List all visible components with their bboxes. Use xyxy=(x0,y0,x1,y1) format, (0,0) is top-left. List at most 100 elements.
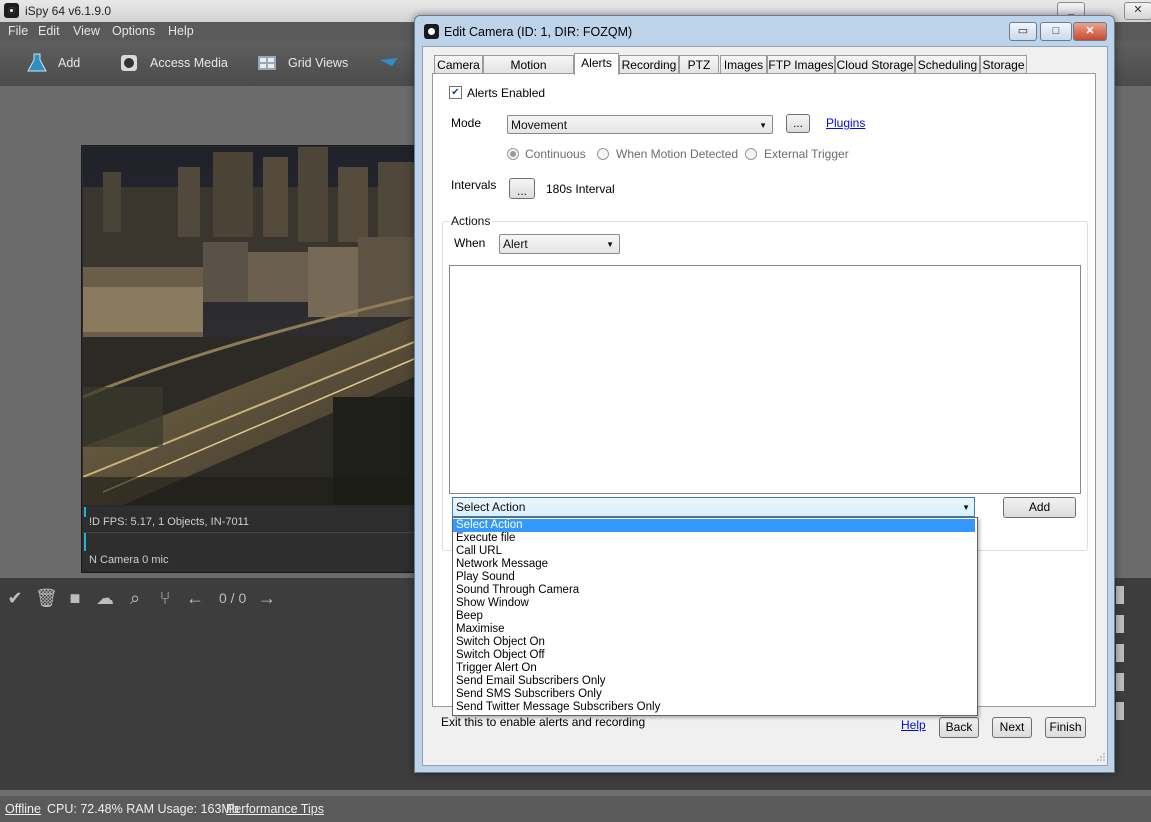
menu-help[interactable]: Help xyxy=(168,24,194,38)
tab-cloud-storage[interactable]: Cloud Storage xyxy=(835,55,915,74)
action-option[interactable]: Switch Object Off xyxy=(453,649,975,662)
mode-options-button[interactable]: ... xyxy=(786,114,810,133)
chevron-down-icon: ▼ xyxy=(962,503,970,512)
finish-button[interactable]: Finish xyxy=(1045,717,1086,738)
alerts-enabled-label: Alerts Enabled xyxy=(467,86,546,100)
add-action-button[interactable]: Add xyxy=(1003,497,1076,518)
action-option[interactable]: Send SMS Subscribers Only xyxy=(453,688,975,701)
select-action-dropdown[interactable]: Select Action ▼ xyxy=(452,497,975,517)
cloud-upload-icon[interactable]: ☁ xyxy=(95,588,115,608)
camera-info-bar: !D FPS: 5.17, 1 Objects, IN-7011 xyxy=(83,507,414,531)
grid-views-icon xyxy=(258,56,276,70)
tab-recording[interactable]: Recording xyxy=(619,55,679,74)
actions-legend: Actions xyxy=(449,214,493,228)
performance-tips-link[interactable]: Performance Tips xyxy=(226,802,324,816)
more-toolbar-button[interactable] xyxy=(378,50,400,76)
radio-continuous[interactable] xyxy=(507,148,519,160)
check-icon[interactable]: ✔ xyxy=(5,588,25,608)
trash-icon[interactable]: 🗑 xyxy=(35,588,58,608)
help-link[interactable]: Help xyxy=(901,718,926,732)
dialog-title: Edit Camera (ID: 1, DIR: FOZQM) xyxy=(444,25,633,39)
chevron-down-icon: ▼ xyxy=(759,121,767,130)
add-label: Add xyxy=(58,56,81,70)
action-option[interactable]: Network Message xyxy=(453,558,975,571)
access-media-button[interactable]: Access Media xyxy=(118,50,228,76)
arrow-right-icon[interactable]: → xyxy=(257,588,277,608)
tab-ptz[interactable]: PTZ xyxy=(679,55,719,74)
cpu-ram-status: CPU: 72.48% RAM Usage: 163Mb xyxy=(47,802,239,816)
grid-views-button[interactable]: Grid Views xyxy=(256,50,348,76)
share-icon[interactable]: ⑂ xyxy=(155,588,175,608)
access-media-label: Access Media xyxy=(150,56,228,70)
plugins-link[interactable]: Plugins xyxy=(826,116,865,130)
menu-view[interactable]: View xyxy=(73,24,100,38)
bookmark-icon[interactable]: ■ xyxy=(65,588,85,608)
chevron-down-icon: ▼ xyxy=(606,240,614,249)
night-city-image xyxy=(83,147,414,505)
side-scroll-marker xyxy=(1116,644,1124,662)
tab-camera[interactable]: Camera xyxy=(434,55,483,74)
back-button[interactable]: Back xyxy=(939,717,979,738)
action-option[interactable]: Show Window xyxy=(453,597,975,610)
dialog-eye-icon xyxy=(424,24,439,39)
select-action-value: Select Action xyxy=(456,500,526,514)
radio-motion-detected-label: When Motion Detected xyxy=(616,147,739,161)
offline-link[interactable]: Offline xyxy=(5,802,41,816)
tab-scheduling[interactable]: Scheduling xyxy=(915,55,980,74)
dialog-close-button[interactable]: ✕ xyxy=(1073,22,1107,41)
mic-info-bar: N Camera 0 mic xyxy=(83,532,414,571)
action-option[interactable]: Call URL xyxy=(453,545,975,558)
action-option[interactable]: Beep xyxy=(453,610,975,623)
resize-grip-icon[interactable] xyxy=(1097,753,1105,761)
mode-dropdown[interactable]: Movement ▼ xyxy=(507,115,773,134)
search-icon[interactable]: ⌕ xyxy=(125,588,145,608)
action-dropdown-list[interactable]: Select Action Execute file Call URL Netw… xyxy=(452,517,978,716)
app-title: iSpy 64 v6.1.9.0 xyxy=(25,4,112,18)
action-option[interactable]: Send Twitter Message Subscribers Only xyxy=(453,701,975,714)
action-option[interactable]: Execute file xyxy=(453,532,975,545)
add-button[interactable]: Add xyxy=(26,50,80,76)
webcam-icon xyxy=(380,58,398,66)
dialog-maximize-button[interactable]: □ xyxy=(1040,22,1072,41)
tab-storage[interactable]: Storage xyxy=(980,55,1027,74)
interval-value: 180s Interval xyxy=(546,182,615,196)
menu-edit[interactable]: Edit xyxy=(38,24,60,38)
tab-alerts[interactable]: Alerts xyxy=(574,53,619,75)
menu-options[interactable]: Options xyxy=(112,24,155,38)
media-icon xyxy=(121,55,137,71)
tab-ftp-images[interactable]: FTP Images xyxy=(767,55,835,74)
when-value: Alert xyxy=(503,237,528,251)
when-label: When xyxy=(454,236,486,250)
mic-level-bar xyxy=(84,533,86,551)
camera-level-bar xyxy=(84,507,86,517)
radio-external-trigger[interactable] xyxy=(745,148,757,160)
radio-motion-detected[interactable] xyxy=(597,148,609,160)
action-option[interactable]: Play Sound xyxy=(453,571,975,584)
dialog-minimize-button[interactable]: ▭ xyxy=(1009,22,1037,41)
mode-label: Mode xyxy=(451,116,482,130)
arrow-left-icon[interactable]: ← xyxy=(185,588,205,608)
action-option[interactable]: Maximise xyxy=(453,623,975,636)
side-scroll-marker xyxy=(1116,615,1124,633)
actions-list[interactable] xyxy=(449,265,1081,494)
action-option[interactable]: Send Email Subscribers Only xyxy=(453,675,975,688)
radio-external-trigger-label: External Trigger xyxy=(764,147,849,161)
side-scroll-marker xyxy=(1116,702,1124,720)
main-close-button[interactable]: ✕ xyxy=(1124,2,1151,20)
grid-views-label: Grid Views xyxy=(288,56,349,70)
intervals-button[interactable]: ... xyxy=(509,178,535,199)
next-button[interactable]: Next xyxy=(992,717,1032,738)
action-option[interactable]: Trigger Alert On xyxy=(453,662,975,675)
when-dropdown[interactable]: Alert ▼ xyxy=(499,234,620,254)
camera-preview-image[interactable] xyxy=(83,147,414,505)
app-eye-icon xyxy=(4,3,19,18)
action-option[interactable]: Sound Through Camera xyxy=(453,584,975,597)
menu-file[interactable]: File xyxy=(8,24,28,38)
alerts-enabled-checkbox[interactable]: ✔ xyxy=(449,86,462,99)
action-option[interactable]: Select Action xyxy=(453,519,975,532)
tab-images[interactable]: Images xyxy=(720,55,767,74)
camera-info-text: !D FPS: 5.17, 1 Objects, IN-7011 xyxy=(89,516,249,528)
tab-motion-detection[interactable]: Motion Detection xyxy=(483,55,574,90)
action-option[interactable]: Switch Object On xyxy=(453,636,975,649)
mic-info-text: N Camera 0 mic xyxy=(89,554,169,566)
